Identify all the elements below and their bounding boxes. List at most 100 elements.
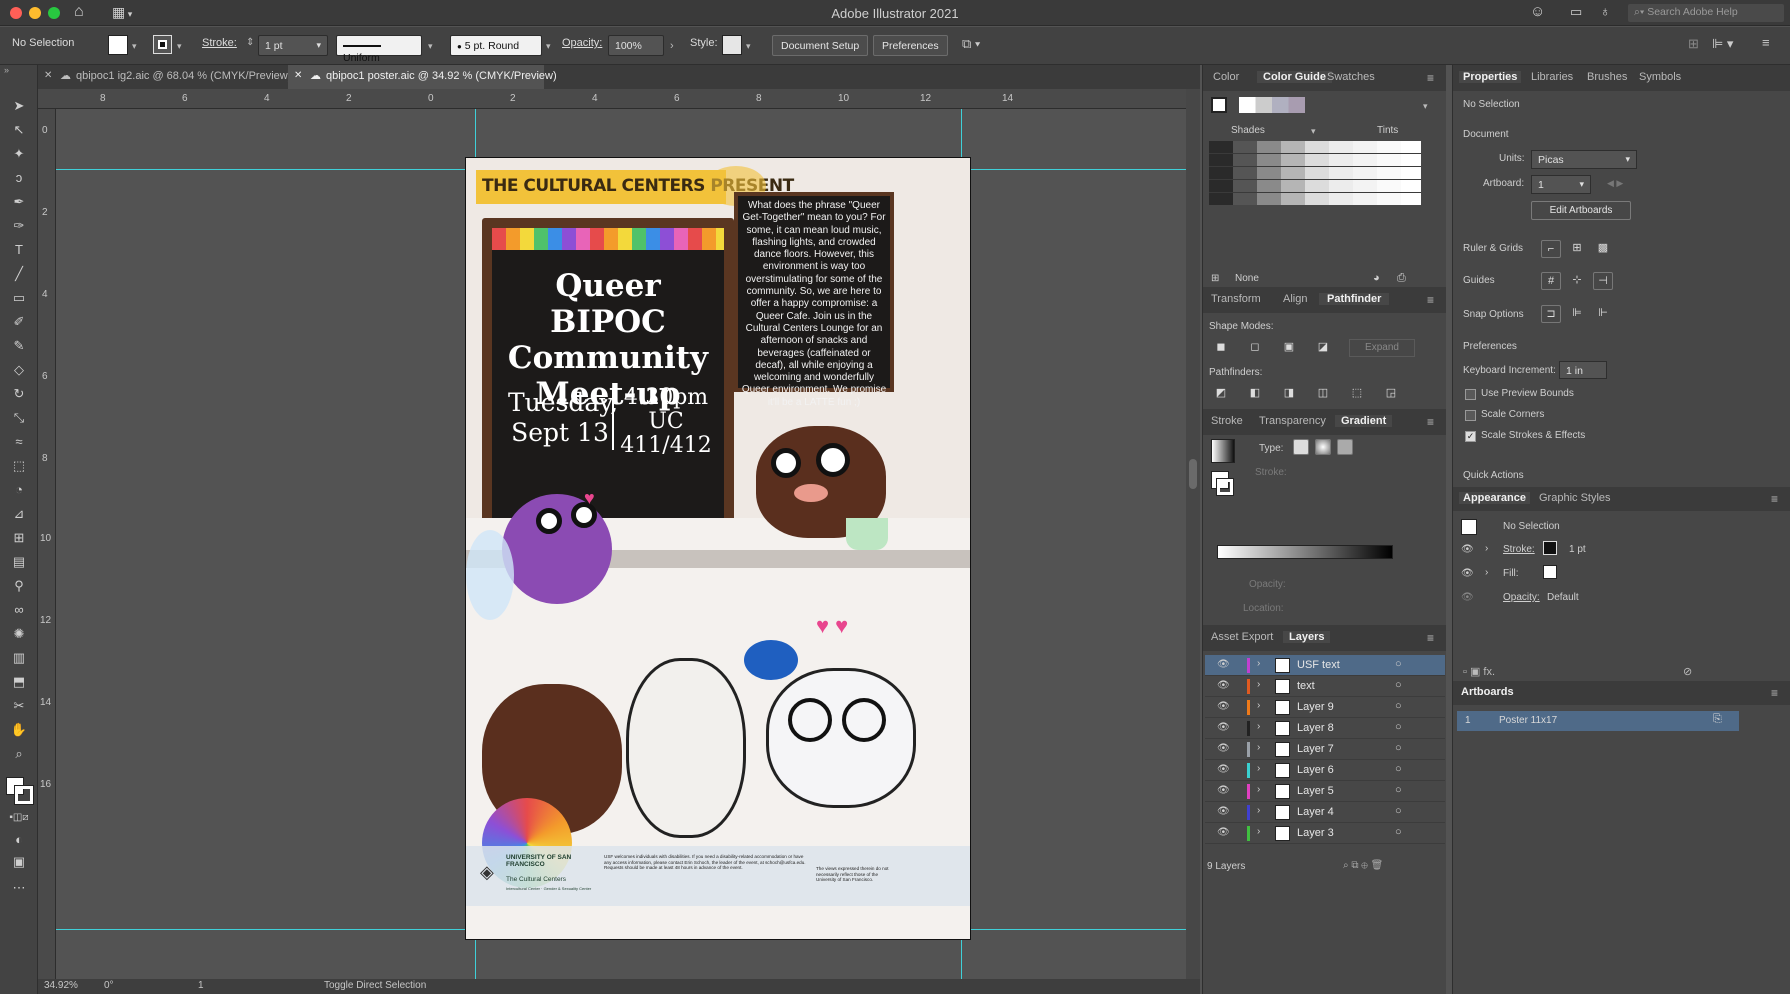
tab-color[interactable]: Color — [1213, 71, 1239, 83]
artboard-tool-icon[interactable]: ⬒ — [8, 673, 30, 691]
pen-tool-icon[interactable]: ✒ — [8, 193, 30, 211]
visibility-eye-icon[interactable]: 👁 — [1461, 592, 1474, 603]
exclude-icon[interactable]: ◪ — [1313, 339, 1333, 357]
visibility-eye-icon[interactable]: 👁 — [1217, 764, 1230, 775]
gradient-stroke-icon[interactable] — [1216, 478, 1234, 496]
shades-dropdown-icon[interactable]: ▾ — [1311, 126, 1316, 137]
horizontal-ruler[interactable]: 8 6 4 2 0 2 4 6 8 10 12 14 — [38, 89, 1200, 109]
layer-row[interactable]: 👁 › Layer 5 ○ — [1205, 781, 1445, 802]
linear-gradient-icon[interactable] — [1293, 439, 1309, 455]
color-mode-icon[interactable]: ▪◫⧄ — [8, 809, 30, 827]
fill-swatch[interactable] — [108, 35, 128, 55]
symbol-sprayer-tool-icon[interactable]: ✺ — [8, 625, 30, 643]
merge-icon[interactable]: ◨ — [1279, 385, 1299, 403]
outline-icon[interactable]: ⬚ — [1347, 385, 1367, 403]
smart-guides-icon[interactable]: ⊣ — [1593, 272, 1613, 290]
panel-menu-icon[interactable]: ≡ — [1427, 631, 1434, 645]
panel-menu-icon[interactable]: ≡ — [1427, 293, 1434, 307]
panel-menu-icon[interactable]: ≡ — [1427, 415, 1434, 429]
appearance-stroke-label[interactable]: Stroke: — [1503, 544, 1535, 555]
appearance-stroke-swatch[interactable] — [1543, 541, 1557, 555]
intersect-icon[interactable]: ▣ — [1279, 339, 1299, 357]
expand-arrow-icon[interactable]: › — [1257, 763, 1260, 774]
curvature-tool-icon[interactable]: ✑ — [8, 217, 30, 235]
layer-row[interactable]: 👁 › text ○ — [1205, 676, 1445, 697]
visibility-eye-icon[interactable]: 👁 — [1217, 722, 1230, 733]
lock-guides-icon[interactable]: ⊹ — [1567, 272, 1587, 290]
visibility-eye-icon[interactable]: 👁 — [1217, 659, 1230, 670]
control-menu-icon[interactable]: ≡ — [1762, 35, 1770, 50]
collapse-tools-icon[interactable]: » — [4, 65, 9, 75]
visibility-eye-icon[interactable]: 👁 — [1217, 827, 1230, 838]
artboard-row[interactable]: 1 Poster 11x17 ⎘ — [1457, 711, 1739, 731]
expand-arrow-icon[interactable]: › — [1257, 784, 1260, 795]
layer-name[interactable]: Layer 3 — [1297, 827, 1334, 839]
layer-name[interactable]: text — [1297, 680, 1315, 692]
rotate-tool-icon[interactable]: ↻ — [8, 385, 30, 403]
canvas-area[interactable]: THE CULTURAL CENTERS PRESENT Queer BIPOC… — [56, 109, 1186, 979]
gradient-preview-swatch[interactable] — [1211, 439, 1235, 463]
zoom-tool-icon[interactable]: ⌕ — [8, 745, 30, 763]
minus-front-icon[interactable]: ◻ — [1245, 339, 1265, 357]
opacity-label[interactable]: Opacity: — [562, 37, 602, 49]
type-tool-icon[interactable]: T — [8, 241, 30, 259]
grid-icon[interactable]: ⊞ — [1567, 240, 1587, 258]
layer-row[interactable]: 👁 › USF text ○ — [1205, 655, 1445, 676]
appearance-stroke-weight[interactable]: 1 pt — [1569, 544, 1586, 555]
tab-document-poster[interactable]: ✕ ☁ qbipoc1 poster.aic @ 34.92 % (CMYK/P… — [288, 65, 557, 89]
tab-color-guide[interactable]: Color Guide — [1257, 71, 1332, 83]
magic-wand-tool-icon[interactable]: ✦ — [8, 145, 30, 163]
visibility-eye-icon[interactable]: 👁 — [1217, 806, 1230, 817]
appearance-fill-swatch[interactable] — [1543, 565, 1557, 579]
stroke-color-icon[interactable] — [14, 785, 34, 805]
user-icon[interactable]: ☺ — [1530, 3, 1545, 20]
lasso-tool-icon[interactable]: ↄ — [8, 169, 30, 187]
freeform-gradient-icon[interactable] — [1337, 439, 1353, 455]
artboard-navigator[interactable]: 1 — [198, 980, 204, 991]
save-group-icon[interactable]: ⎙ — [1397, 272, 1406, 285]
tab-graphic-styles[interactable]: Graphic Styles — [1539, 492, 1611, 504]
scale-tool-icon[interactable]: ⤡ — [8, 409, 30, 427]
unite-icon[interactable]: ◼ — [1211, 339, 1231, 357]
edit-artboards-button[interactable]: Edit Artboards — [1531, 201, 1631, 220]
style-dropdown-icon[interactable]: ▾ — [746, 41, 751, 52]
target-circle-icon[interactable]: ○ — [1395, 805, 1402, 817]
eraser-tool-icon[interactable]: ◇ — [8, 361, 30, 379]
mesh-tool-icon[interactable]: ⊞ — [8, 529, 30, 547]
arrange-documents-icon[interactable]: ▭ — [1570, 4, 1582, 20]
brush-dropdown-icon[interactable]: ▾ — [546, 41, 551, 52]
free-transform-tool-icon[interactable]: ⬚ — [8, 457, 30, 475]
tab-transparency[interactable]: Transparency — [1259, 415, 1326, 427]
tab-pathfinder[interactable]: Pathfinder — [1319, 293, 1390, 305]
variable-width-profile[interactable]: Uniform — [336, 35, 422, 64]
tab-gradient[interactable]: Gradient — [1335, 415, 1393, 427]
shape-builder-tool-icon[interactable]: ◔ — [8, 481, 30, 499]
edit-toolbar-icon[interactable]: ⋯ — [8, 879, 30, 897]
expand-arrow-icon[interactable]: › — [1257, 805, 1260, 816]
discover-lightbulb-icon[interactable]: ♁ — [1600, 3, 1611, 19]
expand-arrow-icon[interactable]: › — [1485, 543, 1488, 554]
clear-appearance-icon[interactable]: ⊘ — [1683, 665, 1692, 678]
keyboard-increment-field[interactable]: 1 in — [1559, 361, 1607, 379]
tab-swatches[interactable]: Swatches — [1327, 71, 1375, 83]
preferences-button[interactable]: Preferences — [873, 35, 948, 56]
draw-mode-icon[interactable]: ◐ — [8, 831, 30, 849]
close-tab-icon[interactable]: ✕ — [44, 70, 52, 81]
tab-symbols[interactable]: Symbols — [1639, 71, 1681, 83]
prev-next-artboard-icon[interactable]: ◀ ▶ — [1607, 178, 1623, 189]
layer-row[interactable]: 👁 › Layer 7 ○ — [1205, 739, 1445, 760]
divide-icon[interactable]: ◩ — [1211, 385, 1231, 403]
graphic-style-swatch[interactable] — [722, 35, 742, 55]
tab-layers[interactable]: Layers — [1283, 631, 1331, 643]
harmony-colors[interactable] — [1239, 97, 1305, 113]
target-circle-icon[interactable]: ○ — [1395, 721, 1402, 733]
radial-gradient-icon[interactable] — [1315, 439, 1331, 455]
paintbrush-tool-icon[interactable]: ✐ — [8, 313, 30, 331]
base-color-swatch[interactable] — [1211, 97, 1227, 113]
target-circle-icon[interactable]: ○ — [1395, 826, 1402, 838]
stroke-dropdown-icon[interactable]: ▾ — [177, 41, 182, 52]
tab-stroke[interactable]: Stroke — [1211, 415, 1243, 427]
harmony-dropdown-icon[interactable]: ▾ — [1423, 101, 1428, 112]
screen-mode-icon[interactable]: ▣ — [8, 853, 30, 871]
fill-dropdown-icon[interactable]: ▾ — [132, 41, 137, 52]
